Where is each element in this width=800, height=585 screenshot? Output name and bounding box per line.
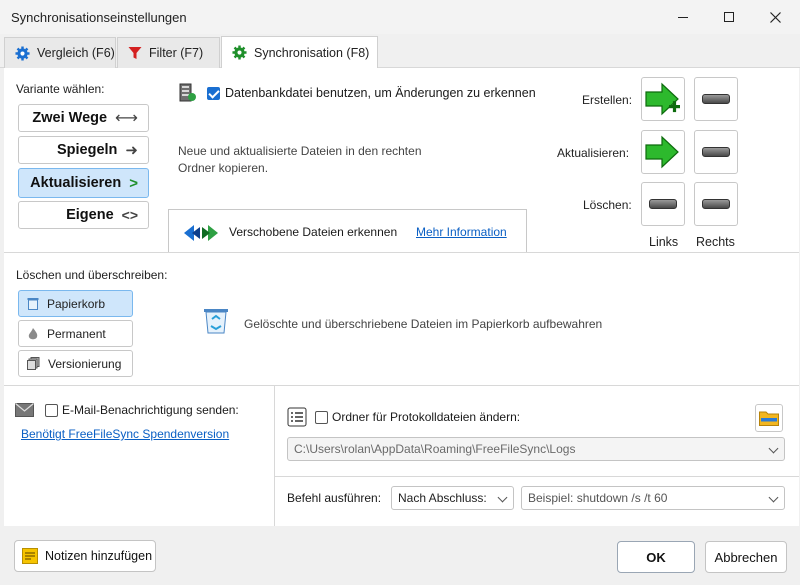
two-way-arrow-icon: ⟷ bbox=[115, 110, 138, 127]
run-when-value: Nach Abschluss: bbox=[398, 491, 487, 505]
create-right-button[interactable] bbox=[694, 77, 738, 121]
delete-right-button[interactable] bbox=[694, 182, 738, 226]
email-icon bbox=[15, 403, 34, 417]
delete-left-button[interactable] bbox=[641, 182, 685, 226]
gray-bar-icon bbox=[702, 199, 730, 209]
right-column-label: Rechts bbox=[696, 235, 735, 249]
donation-edition-link[interactable]: Benötigt FreeFileSync Spendenversion bbox=[21, 427, 229, 441]
move-arrows-icon bbox=[184, 225, 218, 241]
log-folder-path: C:\Users\rolan\AppData\Roaming\FreeFileS… bbox=[294, 442, 576, 456]
variant-update-button[interactable]: Aktualisieren > bbox=[18, 168, 149, 198]
versioning-label: Versionierung bbox=[48, 356, 122, 371]
divider bbox=[4, 252, 799, 253]
delete-overwrite-label: Löschen und überschreiben: bbox=[16, 268, 168, 282]
minimize-button[interactable] bbox=[660, 0, 706, 34]
gray-bar-icon bbox=[649, 199, 677, 209]
chevron-down-icon bbox=[768, 443, 779, 454]
tab-filter[interactable]: Filter (F7) bbox=[117, 37, 220, 68]
email-checkbox[interactable] bbox=[45, 404, 58, 417]
maximize-button[interactable] bbox=[706, 0, 752, 34]
log-folder-label: Ordner für Protokolldateien ändern: bbox=[332, 410, 521, 424]
tab-synchronisation[interactable]: Synchronisation (F8) bbox=[221, 36, 378, 68]
create-left-button[interactable] bbox=[641, 77, 685, 121]
gray-bar-icon bbox=[702, 94, 730, 104]
tab-filter-label: Filter (F7) bbox=[149, 46, 204, 60]
log-folder-path-combo[interactable]: C:\Users\rolan\AppData\Roaming\FreeFileS… bbox=[287, 437, 785, 461]
variant-custom-button[interactable]: Eigene <> bbox=[18, 201, 149, 229]
add-notes-button[interactable]: Notizen hinzufügen bbox=[14, 540, 156, 572]
variant-description: Neue und aktualisierte Dateien in den re… bbox=[178, 144, 422, 175]
cancel-button[interactable]: Abbrechen bbox=[705, 541, 787, 573]
command-placeholder: Beispiel: shutdown /s /t 60 bbox=[528, 491, 668, 505]
close-button[interactable] bbox=[752, 0, 798, 34]
cancel-label: Abbrechen bbox=[714, 549, 778, 565]
folder-icon bbox=[759, 411, 779, 426]
green-arrow-icon bbox=[645, 135, 679, 169]
filter-icon bbox=[128, 47, 142, 59]
recycle-bin-icon bbox=[27, 298, 39, 310]
delete-row-label: Löschen: bbox=[583, 198, 632, 212]
title-bar: Synchronisationseinstellungen bbox=[0, 0, 800, 34]
close-icon bbox=[769, 11, 781, 23]
browse-folder-button[interactable] bbox=[755, 404, 783, 432]
flame-icon bbox=[28, 327, 38, 339]
variant-mirror-label: Spiegeln bbox=[56, 142, 118, 158]
divider bbox=[274, 476, 799, 477]
green-arrow-plus-icon bbox=[645, 82, 680, 116]
window-title: Synchronisationseinstellungen bbox=[11, 10, 187, 25]
sticky-note-icon bbox=[22, 548, 38, 564]
divider bbox=[274, 385, 275, 526]
log-list-icon bbox=[287, 407, 307, 427]
database-icon bbox=[179, 83, 196, 102]
tab-vergleich[interactable]: Vergleich (F6) bbox=[4, 37, 116, 68]
variant-label: Variante wählen: bbox=[16, 82, 105, 96]
chevron-down-icon bbox=[497, 492, 508, 503]
run-when-select[interactable]: Nach Abschluss: bbox=[391, 486, 514, 510]
update-row-label: Aktualisieren: bbox=[557, 146, 630, 160]
database-checkbox[interactable] bbox=[207, 87, 220, 100]
permanent-button[interactable]: Permanent bbox=[18, 320, 133, 347]
more-info-link[interactable]: Mehr Information bbox=[416, 225, 507, 239]
moved-files-box: Verschobene Dateien erkennen Mehr Inform… bbox=[168, 209, 527, 252]
update-left-button[interactable] bbox=[641, 130, 685, 174]
tab-synchronisation-label: Synchronisation (F8) bbox=[254, 45, 370, 60]
create-row-label: Erstellen: bbox=[582, 93, 633, 107]
chevron-down-icon bbox=[768, 492, 779, 503]
right-arrow-icon: ➜ bbox=[125, 142, 138, 159]
gear-icon bbox=[232, 45, 247, 60]
divider bbox=[4, 385, 799, 386]
versioning-button[interactable]: Versionierung bbox=[18, 350, 133, 377]
moved-files-label: Verschobene Dateien erkennen bbox=[229, 225, 398, 239]
add-notes-label: Notizen hinzufügen bbox=[45, 549, 153, 563]
variant-update-label: Aktualisieren bbox=[30, 175, 122, 191]
gear-icon bbox=[15, 45, 30, 61]
minimize-icon bbox=[678, 16, 688, 18]
recycle-bin-large-icon bbox=[204, 309, 228, 334]
update-right-button[interactable] bbox=[694, 130, 738, 174]
variant-two-way-label: Zwei Wege bbox=[32, 110, 108, 126]
email-label: E-Mail-Benachrichtigung senden: bbox=[62, 403, 239, 417]
ok-label: OK bbox=[646, 549, 666, 565]
left-column-label: Links bbox=[649, 235, 679, 249]
database-label: Datenbankdatei benutzen, um Änderungen z… bbox=[225, 86, 536, 100]
log-folder-checkbox[interactable] bbox=[315, 411, 328, 424]
tab-bar: Vergleich (F6) Filter (F7) Synchronisati… bbox=[0, 34, 800, 68]
permanent-label: Permanent bbox=[47, 326, 106, 341]
variant-custom-label: Eigene bbox=[66, 207, 114, 223]
run-command-label: Befehl ausführen: bbox=[287, 491, 382, 505]
maximize-icon bbox=[724, 12, 734, 22]
sync-settings-panel: Variante wählen: Zwei Wege ⟷ Spiegeln ➜ … bbox=[4, 68, 799, 526]
tab-vergleich-label: Vergleich (F6) bbox=[37, 46, 115, 60]
variant-two-way-button[interactable]: Zwei Wege ⟷ bbox=[18, 104, 149, 132]
ok-button[interactable]: OK bbox=[617, 541, 695, 573]
delete-description: Gelöschte und überschriebene Dateien im … bbox=[244, 317, 603, 331]
update-arrow-icon: > bbox=[129, 174, 138, 192]
command-input[interactable]: Beispiel: shutdown /s /t 60 bbox=[521, 486, 785, 510]
variant-mirror-button[interactable]: Spiegeln ➜ bbox=[18, 136, 149, 164]
versions-icon bbox=[27, 357, 40, 370]
recycle-bin-label: Papierkorb bbox=[47, 296, 106, 311]
custom-arrow-icon: <> bbox=[121, 207, 138, 223]
recycle-bin-button[interactable]: Papierkorb bbox=[18, 290, 133, 317]
gray-bar-icon bbox=[702, 147, 730, 157]
